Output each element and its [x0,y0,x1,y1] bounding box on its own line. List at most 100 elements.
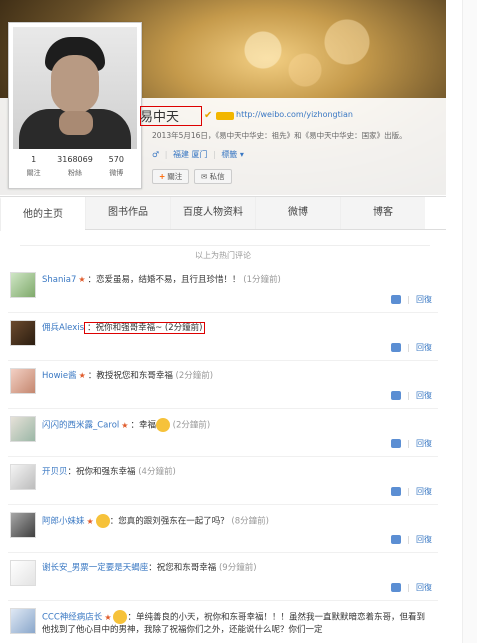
comment-user[interactable]: 佣兵Alexis [42,323,84,333]
star-icon: ★ [78,371,86,380]
comment-body: ：幸福 [130,420,156,431]
comment-text: Shania7 ★ ：恋爱虽易，结婚不易，且行且珍惜！！ (1分鐘前) [42,274,432,286]
avatar[interactable] [10,416,36,442]
reply-link[interactable]: 回復 [416,391,432,400]
avatar-card: 1 關注 3168069 粉絲 570 微博 [8,22,142,189]
tab-weibo[interactable]: 微博 [255,197,340,229]
stat-following[interactable]: 1 關注 [13,153,54,185]
gender-icon: ♂ [152,150,160,159]
avatar[interactable] [10,368,36,394]
list-item: 谢长安_男票一定要是天蝎座：祝您和东哥幸福 (9分鐘前) | 回復 [8,556,438,601]
stat-followers[interactable]: 3168069 粉絲 [54,153,95,185]
like-icon[interactable] [391,583,402,592]
emoji-icon [155,418,170,432]
comment-user[interactable]: 开贝贝 [42,467,68,477]
avatar[interactable] [10,320,36,346]
follow-label: 關注 [167,172,183,181]
message-button[interactable]: ✉ 私信 [194,169,232,184]
star-icon: ★ [121,420,129,430]
comment-user[interactable]: Shania7 [42,275,76,285]
divider [20,245,430,246]
reply-link[interactable]: 回復 [416,583,432,592]
comment-time: (2分鐘前) [172,420,211,431]
profile-description: 2013年5月16日，《易中天中华史：祖先》和《易中天中华史：国家》出版。 [152,131,407,140]
comment-user[interactable]: 阿郎小妹妹 [42,517,85,527]
stat-value: 570 [108,155,124,164]
tab-books[interactable]: 图书作品 [85,197,170,229]
comment-actions: | 回復 [391,342,432,353]
emoji-icon [113,610,128,624]
like-icon[interactable] [391,535,402,544]
list-item: CCC神经病店长 ★ ：单纯善良的小天，祝你和东哥幸福！！！虽然我一直默默暗恋着东哥… [8,604,438,643]
blog-badge-icon [216,112,234,120]
like-icon[interactable] [391,439,402,448]
star-icon: ★ [78,275,86,284]
comment-text: 阿郎小妹妹 ★ ：您真的跟刘强东在一起了吗？ (8分鐘前) [42,514,432,528]
comment-text: Howie酱 ★ ：教授祝您和东哥幸福 (2分鐘前) [42,370,432,382]
comment-body: ：您真的跟刘强东在一起了吗？ [109,516,229,527]
stat-posts[interactable]: 570 微博 [96,153,137,185]
weibo-profile-page: 1 關注 3168069 粉絲 570 微博 易中天 ✔ http://weib… [0,0,446,643]
comment-user[interactable]: 谢长安_男票一定要是天蝎座 [42,563,148,573]
reply-link[interactable]: 回復 [416,487,432,496]
avatar[interactable] [10,608,36,634]
profile-meta: ♂ | 福建 厦门 | 標籤 ▾ [152,150,244,159]
comment-time: (4分鐘前) [138,467,176,477]
stat-label: 微博 [109,169,124,177]
avatar[interactable] [13,27,137,149]
like-icon[interactable] [391,391,402,400]
reply-link[interactable]: 回復 [416,535,432,544]
like-icon[interactable] [391,295,402,304]
comment-actions: | 回復 [391,390,432,401]
comment-text: CCC神经病店长 ★ ：单纯善良的小天，祝你和东哥幸福！！！虽然我一直默默暗恋着东哥… [42,610,432,638]
reply-link[interactable]: 回復 [416,343,432,352]
comment-user[interactable]: CCC神经病店长 [42,613,102,623]
comment-time: (8分鐘前) [231,516,269,527]
comment-time: (9分鐘前) [218,563,257,573]
comment-highlight-box: ：祝你和强哥幸福~ (2分鐘前) [84,322,206,334]
profile-url-link[interactable]: http://weibo.com/yizhongtian [236,110,353,119]
list-item: Shania7 ★ ：恋爱虽易，结婚不易，且行且珍惜！！ (1分鐘前) | 回復 [8,268,438,313]
comment-body: ：祝你和强哥幸福~ (2分鐘前) [87,323,203,333]
comment-text: 佣兵Alexis ：祝你和强哥幸福~ (2分鐘前) [42,322,432,334]
follow-button[interactable]: + 關注 [152,169,190,184]
avatar[interactable] [10,512,36,538]
verified-icon: ✔ [204,110,213,121]
comment-body: ：祝你和强东幸福 [67,467,136,477]
star-icon: ★ [86,516,94,526]
location-link[interactable]: 福建 厦门 [173,150,208,159]
plus-icon: + [159,172,166,181]
star-icon: ★ [104,612,112,622]
comment-body: ：恋爱虽易，结婚不易，且行且珍惜！！ [87,275,241,285]
comment-time: (1分鐘前) [243,275,281,285]
comment-text: 闪闪的西米露_Carol ★ ：幸福 (2分鐘前) [42,418,432,432]
comment-actions: | 回復 [391,582,432,593]
comment-actions: | 回復 [391,294,432,305]
tags-dropdown[interactable]: 標籤 ▾ [221,150,244,159]
list-item: 佣兵Alexis ：祝你和强哥幸福~ (2分鐘前) | 回復 [8,316,438,361]
avatar[interactable] [10,272,36,298]
tab-baidu-profile[interactable]: 百度人物资料 [170,197,255,229]
comment-user[interactable]: 闪闪的西米露_Carol [42,421,119,431]
comment-actions: | 回復 [391,534,432,545]
tab-home[interactable]: 他的主页 [0,197,85,231]
comment-actions: | 回復 [391,486,432,497]
hot-comments-header: 以上为热门评论 [195,251,251,260]
comment-body: ：祝您和东哥幸福 [148,563,217,573]
stat-value: 1 [31,155,37,164]
list-item: Howie酱 ★ ：教授祝您和东哥幸福 (2分鐘前) | 回復 [8,364,438,409]
list-item: 阿郎小妹妹 ★ ：您真的跟刘强东在一起了吗？ (8分鐘前) | 回復 [8,508,438,553]
profile-tabs: 他的主页 图书作品 百度人物资料 微博 博客 [0,196,446,231]
comment-body: ：教授祝您和东哥幸福 [87,371,173,381]
avatar[interactable] [10,560,36,586]
reply-link[interactable]: 回復 [416,295,432,304]
avatar[interactable] [10,464,36,490]
like-icon[interactable] [391,343,402,352]
comment-time: (2分鐘前) [175,371,214,381]
tab-blog[interactable]: 博客 [340,197,425,229]
scrollbar[interactable] [462,0,477,643]
comment-user[interactable]: Howie酱 [42,371,77,381]
reply-link[interactable]: 回復 [416,439,432,448]
like-icon[interactable] [391,487,402,496]
name-highlight-box [140,106,202,126]
